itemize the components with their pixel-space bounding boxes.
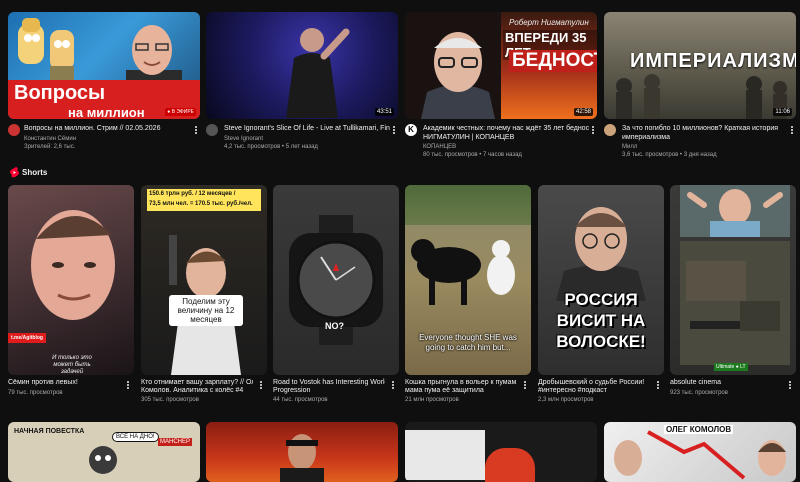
channel-name[interactable]: Steve Ignorant bbox=[224, 135, 263, 143]
overlay-tag: t.me/Agitblog bbox=[8, 333, 46, 343]
banner-line-1: 150.6 трлн руб. / 12 месяцев / bbox=[149, 191, 236, 197]
overlay-text: Everyone thought SHE was going to catch … bbox=[419, 333, 517, 352]
thumb-title: ИМПЕРИАЛИЗМ bbox=[630, 50, 796, 72]
channel-avatar[interactable] bbox=[206, 124, 218, 136]
shorts-section-title: Shorts bbox=[22, 168, 48, 177]
channel-name[interactable]: Константин Сёмин bbox=[24, 135, 76, 143]
overlay-text: NO? bbox=[325, 321, 344, 331]
more-options-icon[interactable] bbox=[786, 379, 794, 391]
overlay-text: РОССИЯ ВИСИТ НА ВОЛОСКЕ! bbox=[556, 290, 646, 351]
short-thumbnail-3[interactable]: NO? bbox=[273, 185, 399, 375]
short-thumbnail-6[interactable]: Ultimate ● LT bbox=[670, 185, 796, 375]
shorts-icon bbox=[10, 167, 19, 178]
video-thumbnail-1[interactable]: Вопросы на миллион ● В ЭФИРЕ bbox=[8, 12, 200, 119]
thumb-grass bbox=[405, 185, 531, 225]
thumb-badge: МАНСНЕР bbox=[158, 438, 193, 446]
channel-name[interactable]: КОПАНЦЕВ bbox=[423, 143, 456, 151]
overlay-caption: Поделим эту величину на 12 месяцев bbox=[169, 295, 243, 326]
short-stats: 79 тыс. просмотров bbox=[8, 390, 63, 396]
video-title[interactable]: Академик честных: почему нас ждёт 35 лет… bbox=[423, 124, 589, 133]
video-title[interactable]: Steve Ignorant's Slice Of Life - Live at… bbox=[224, 124, 390, 133]
more-options-icon[interactable] bbox=[257, 379, 265, 391]
overlay-tag: Ultimate ● LT bbox=[714, 363, 748, 371]
figure-image bbox=[280, 434, 324, 482]
channel-avatar[interactable]: K bbox=[405, 124, 417, 136]
video-thumbnail-bottom-2[interactable] bbox=[206, 422, 398, 482]
video-thumbnail-4[interactable]: ИМПЕРИАЛИЗМ 11:06 bbox=[604, 12, 796, 119]
video-title[interactable]: За что погибло 10 миллионов? Краткая ист… bbox=[622, 124, 788, 133]
thumb-subtitle: на миллион bbox=[68, 105, 145, 119]
video-thumbnail-bottom-1[interactable]: НАЧНАЯ ПОВЕСТКА ВСЁ НА ДНО! МАНСНЕР bbox=[8, 422, 200, 482]
more-options-icon[interactable] bbox=[788, 124, 796, 136]
video-thumbnail-bottom-3[interactable] bbox=[405, 422, 597, 482]
short-title-line-2[interactable]: #интересно #подкаст bbox=[538, 386, 650, 395]
video-title-line-2[interactable]: НИГМАТУЛИН | КОПАНЦЕВ bbox=[423, 133, 589, 142]
short-stats: 44 тыс. просмотров bbox=[273, 397, 328, 403]
video-stats: 3,6 тыс. просмотров • 3 дня назад bbox=[622, 152, 717, 158]
speaker-face-image bbox=[31, 210, 115, 320]
video-thumbnail-3[interactable]: Роберт Нигматулин ВПЕРЕДИ 35 ЛЕТ БЕДНОСТ… bbox=[405, 12, 597, 119]
game-scene-image bbox=[680, 241, 790, 365]
more-options-icon[interactable] bbox=[124, 379, 132, 391]
short-stats: 2,3 млн просмотров bbox=[538, 397, 594, 403]
short-title[interactable]: absolute cinema bbox=[670, 378, 782, 387]
streamer-image bbox=[680, 185, 790, 237]
short-title[interactable]: Сёмин против левых! bbox=[8, 378, 120, 387]
video-duration: 42:58 bbox=[573, 108, 593, 116]
short-stats: 305 тыс. просмотров bbox=[141, 397, 199, 403]
video-stats: 4,2 тыс. просмотров • 5 лет назад bbox=[224, 144, 318, 150]
short-thumbnail-5[interactable]: РОССИЯ ВИСИТ НА ВОЛОСКЕ! bbox=[538, 185, 664, 375]
short-title-line-2[interactable]: Progression bbox=[273, 386, 385, 395]
panther-and-cat-image bbox=[411, 239, 515, 305]
thumb-tag: НАЧНАЯ ПОВЕСТКА bbox=[14, 428, 85, 435]
short-title-line-2[interactable]: Комолов. Аналитика с колёс #4 bbox=[141, 386, 253, 395]
more-options-icon[interactable] bbox=[192, 124, 200, 136]
video-stats: Зрителей: 2,6 тыс. bbox=[24, 144, 76, 150]
video-stats: 80 тыс. просмотров • 7 часов назад bbox=[423, 152, 522, 158]
short-title-line-2[interactable]: мама пума её защитила bbox=[405, 386, 517, 395]
thumb-red-figure bbox=[485, 448, 535, 482]
cartoon-image bbox=[89, 446, 117, 474]
channel-name[interactable]: Милл bbox=[622, 143, 637, 151]
short-thumbnail-1[interactable]: t.me/Agitblog И только это может быть за… bbox=[8, 185, 134, 375]
cartoon-characters-image bbox=[18, 18, 74, 82]
video-duration: 43:51 bbox=[374, 108, 394, 116]
thumb-line-2: БЕДНОСТИ bbox=[509, 50, 597, 72]
more-options-icon[interactable] bbox=[654, 379, 662, 391]
live-badge: ● В ЭФИРЕ bbox=[165, 108, 196, 116]
speaker-face-image-2 bbox=[758, 440, 786, 476]
banner-line-2: 73,5 млн чел. = 170.5 тыс. руб./чел. bbox=[149, 201, 253, 207]
more-options-icon[interactable] bbox=[389, 379, 397, 391]
short-thumbnail-2[interactable]: 150.6 трлн руб. / 12 месяцев / 73,5 млн … bbox=[141, 185, 267, 375]
video-title-line-2[interactable]: империализма bbox=[622, 133, 788, 142]
concert-singer-image bbox=[286, 28, 350, 118]
more-options-icon[interactable] bbox=[589, 124, 597, 136]
video-thumbnail-bottom-4[interactable]: ОЛЕГ КОМОЛОВ bbox=[604, 422, 796, 482]
video-title[interactable]: Вопросы на миллион. Стрим // 02.05.2026 bbox=[24, 124, 192, 133]
more-options-icon[interactable] bbox=[521, 379, 529, 391]
thumb-title: Вопросы bbox=[14, 82, 106, 104]
short-stats: 923 тыс. просмотров bbox=[670, 390, 728, 396]
short-stats: 21 млн просмотров bbox=[405, 397, 459, 403]
chart-arrow-image bbox=[647, 430, 746, 480]
video-duration: 11:06 bbox=[773, 108, 792, 116]
thumb-light-panel bbox=[405, 430, 485, 480]
overlay-text: И только это может быть задачей bbox=[52, 355, 92, 375]
more-options-icon[interactable] bbox=[390, 124, 398, 136]
thumb-author: Роберт Нигматулин bbox=[509, 18, 589, 27]
video-thumbnail-2[interactable]: 43:51 bbox=[206, 12, 398, 119]
speaker-face-image bbox=[556, 207, 646, 301]
channel-avatar[interactable] bbox=[8, 124, 20, 136]
speaker-face-image bbox=[421, 32, 495, 119]
channel-avatar[interactable] bbox=[604, 124, 616, 136]
speaker-face-image bbox=[614, 440, 642, 476]
short-thumbnail-4[interactable]: Everyone thought SHE was going to catch … bbox=[405, 185, 531, 375]
